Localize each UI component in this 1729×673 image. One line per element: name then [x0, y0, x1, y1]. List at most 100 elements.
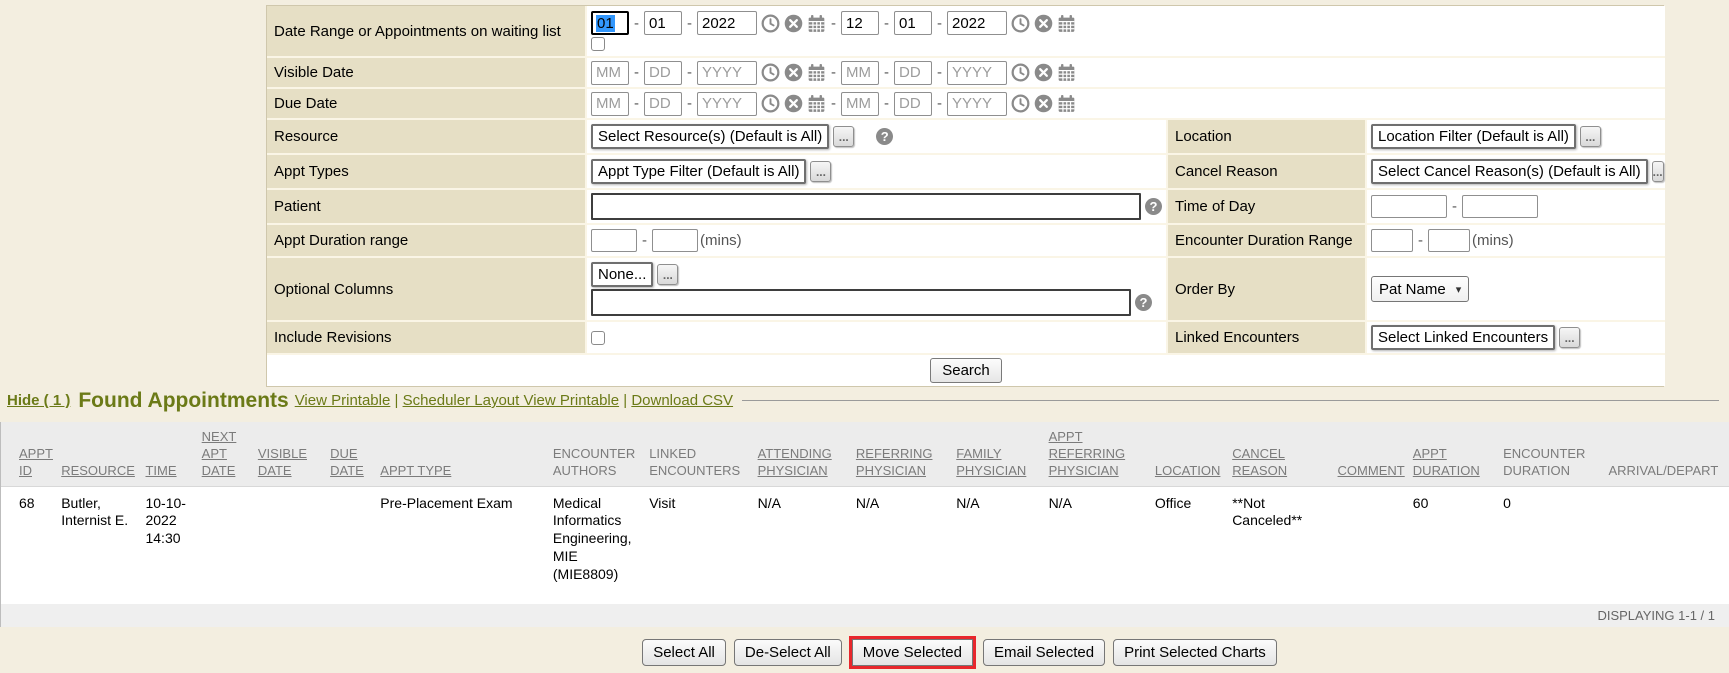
results-link[interactable]: Download CSV	[631, 392, 733, 409]
clear-icon[interactable]	[784, 63, 803, 82]
waiting-list-checkbox[interactable]	[591, 37, 605, 51]
column-header[interactable]: VISIBLE DATE	[258, 422, 330, 486]
due-start-month-input[interactable]	[591, 92, 629, 116]
de-select-all-button[interactable]: De-Select All	[734, 639, 842, 666]
due-end-year-input[interactable]	[947, 92, 1007, 116]
clock-icon[interactable]	[761, 14, 780, 33]
help-icon[interactable]	[1135, 294, 1152, 311]
clock-icon[interactable]	[761, 94, 780, 113]
end-month-input[interactable]	[841, 11, 879, 35]
column-header[interactable]: COMMENT	[1338, 422, 1413, 486]
calendar-icon[interactable]	[1057, 94, 1076, 113]
location-filter-button[interactable]: Location Filter (Default is All)	[1371, 124, 1576, 149]
calendar-icon[interactable]	[807, 63, 826, 82]
mins-suffix: (mins)	[700, 232, 742, 249]
appt-type-more-button[interactable]: ...	[810, 161, 831, 182]
help-icon[interactable]	[876, 128, 893, 145]
order-by-select[interactable]: Pat Name ▾	[1371, 276, 1469, 302]
column-header[interactable]: RESOURCE	[61, 422, 145, 486]
due-end-day-input[interactable]	[894, 92, 932, 116]
visible-end-year-input[interactable]	[947, 61, 1007, 85]
resource-field: Select Resource(s) (Default is All) ...	[587, 120, 1166, 155]
highlight-box: Move Selected	[849, 636, 976, 669]
column-header[interactable]: DUE DATE	[330, 422, 380, 486]
column-header[interactable]: FAMILY PHYSICIAN	[956, 422, 1048, 486]
chevron-down-icon: ▾	[1456, 283, 1462, 296]
search-button[interactable]: Search	[930, 358, 1002, 383]
results-link[interactable]: Scheduler Layout View Printable	[403, 392, 620, 409]
include-revisions-checkbox[interactable]	[591, 331, 605, 345]
clear-icon[interactable]	[1034, 94, 1053, 113]
clock-icon[interactable]	[1011, 63, 1030, 82]
location-more-button[interactable]: ...	[1580, 126, 1601, 147]
column-header[interactable]: TIME	[145, 422, 201, 486]
clear-icon[interactable]	[784, 94, 803, 113]
due-start-day-input[interactable]	[644, 92, 682, 116]
help-icon[interactable]	[1145, 198, 1162, 215]
column-header[interactable]: APPT REFERRING PHYSICIAN	[1049, 422, 1155, 486]
calendar-icon[interactable]	[807, 14, 826, 33]
time-of-day-from-input[interactable]	[1371, 195, 1447, 218]
clock-icon[interactable]	[1011, 94, 1030, 113]
start-month-input[interactable]: 01	[591, 11, 629, 35]
end-year-input[interactable]	[947, 11, 1007, 35]
visible-start-year-input[interactable]	[697, 61, 757, 85]
column-header[interactable]: REFERRING PHYSICIAN	[856, 422, 956, 486]
email-selected-button[interactable]: Email Selected	[983, 639, 1105, 666]
table-row: 68Butler, Internist E.10-10-2022 14:30Pr…	[1, 486, 1729, 604]
due-start-year-input[interactable]	[697, 92, 757, 116]
clear-icon[interactable]	[784, 14, 803, 33]
clear-icon[interactable]	[1034, 63, 1053, 82]
move-selected-button[interactable]: Move Selected	[852, 639, 973, 666]
cancel-reason-more-button[interactable]: ...	[1652, 161, 1664, 182]
column-header[interactable]: NEXT APT DATE	[202, 422, 258, 486]
calendar-icon[interactable]	[1057, 14, 1076, 33]
appt-duration-from-input[interactable]	[591, 229, 637, 252]
clock-icon[interactable]	[1011, 14, 1030, 33]
optional-columns-none-button[interactable]: None...	[591, 262, 653, 287]
calendar-icon[interactable]	[807, 94, 826, 113]
end-day-input[interactable]	[894, 11, 932, 35]
field-label-resource: Resource	[267, 120, 587, 155]
clear-icon[interactable]	[1034, 14, 1053, 33]
due-end-month-input[interactable]	[841, 92, 879, 116]
encounter-duration-to-input[interactable]	[1428, 229, 1470, 252]
column-header[interactable]: APPT DURATION	[1413, 422, 1503, 486]
optional-columns-more-button[interactable]: ...	[657, 264, 678, 285]
visible-end-month-input[interactable]	[841, 61, 879, 85]
column-header[interactable]: APPT ID	[1, 422, 61, 486]
optional-columns-field: None... ...	[587, 258, 1166, 322]
clock-icon[interactable]	[761, 63, 780, 82]
column-header[interactable]: ATTENDING PHYSICIAN	[758, 422, 856, 486]
cell	[202, 486, 258, 604]
linked-encounters-more-button[interactable]: ...	[1559, 327, 1580, 348]
select-all-button[interactable]: Select All	[642, 639, 726, 666]
start-day-input[interactable]	[644, 11, 682, 35]
visible-start-month-input[interactable]	[591, 61, 629, 85]
results-link[interactable]: View Printable	[295, 392, 391, 409]
visible-start-day-input[interactable]	[644, 61, 682, 85]
cancel-reason-filter-button[interactable]: Select Cancel Reason(s) (Default is All)	[1371, 159, 1648, 184]
cell: N/A	[956, 486, 1048, 604]
visible-end-day-input[interactable]	[894, 61, 932, 85]
appt-duration-to-input[interactable]	[652, 229, 698, 252]
linked-encounters-filter-button[interactable]: Select Linked Encounters	[1371, 325, 1555, 350]
column-header[interactable]: APPT TYPE	[380, 422, 553, 486]
column-header[interactable]: LOCATION	[1155, 422, 1232, 486]
time-of-day-to-input[interactable]	[1462, 195, 1538, 218]
table-header-row: APPT IDRESOURCETIMENEXT APT DATEVISIBLE …	[1, 422, 1729, 486]
cell: 0	[1503, 486, 1608, 604]
calendar-icon[interactable]	[1057, 63, 1076, 82]
start-year-input[interactable]	[697, 11, 757, 35]
resource-filter-button[interactable]: Select Resource(s) (Default is All)	[591, 124, 829, 149]
optional-columns-input[interactable]	[591, 289, 1131, 316]
patient-input[interactable]	[591, 193, 1141, 220]
column-header: LINKED ENCOUNTERS	[649, 422, 757, 486]
appt-type-filter-button[interactable]: Appt Type Filter (Default is All)	[591, 159, 806, 184]
field-label-appt-duration: Appt Duration range	[267, 225, 587, 258]
encounter-duration-from-input[interactable]	[1371, 229, 1413, 252]
column-header[interactable]: CANCEL REASON	[1232, 422, 1337, 486]
resource-more-button[interactable]: ...	[833, 126, 854, 147]
hide-results-link[interactable]: Hide ( 1 )	[7, 392, 70, 409]
print-selected-charts-button[interactable]: Print Selected Charts	[1113, 639, 1277, 666]
